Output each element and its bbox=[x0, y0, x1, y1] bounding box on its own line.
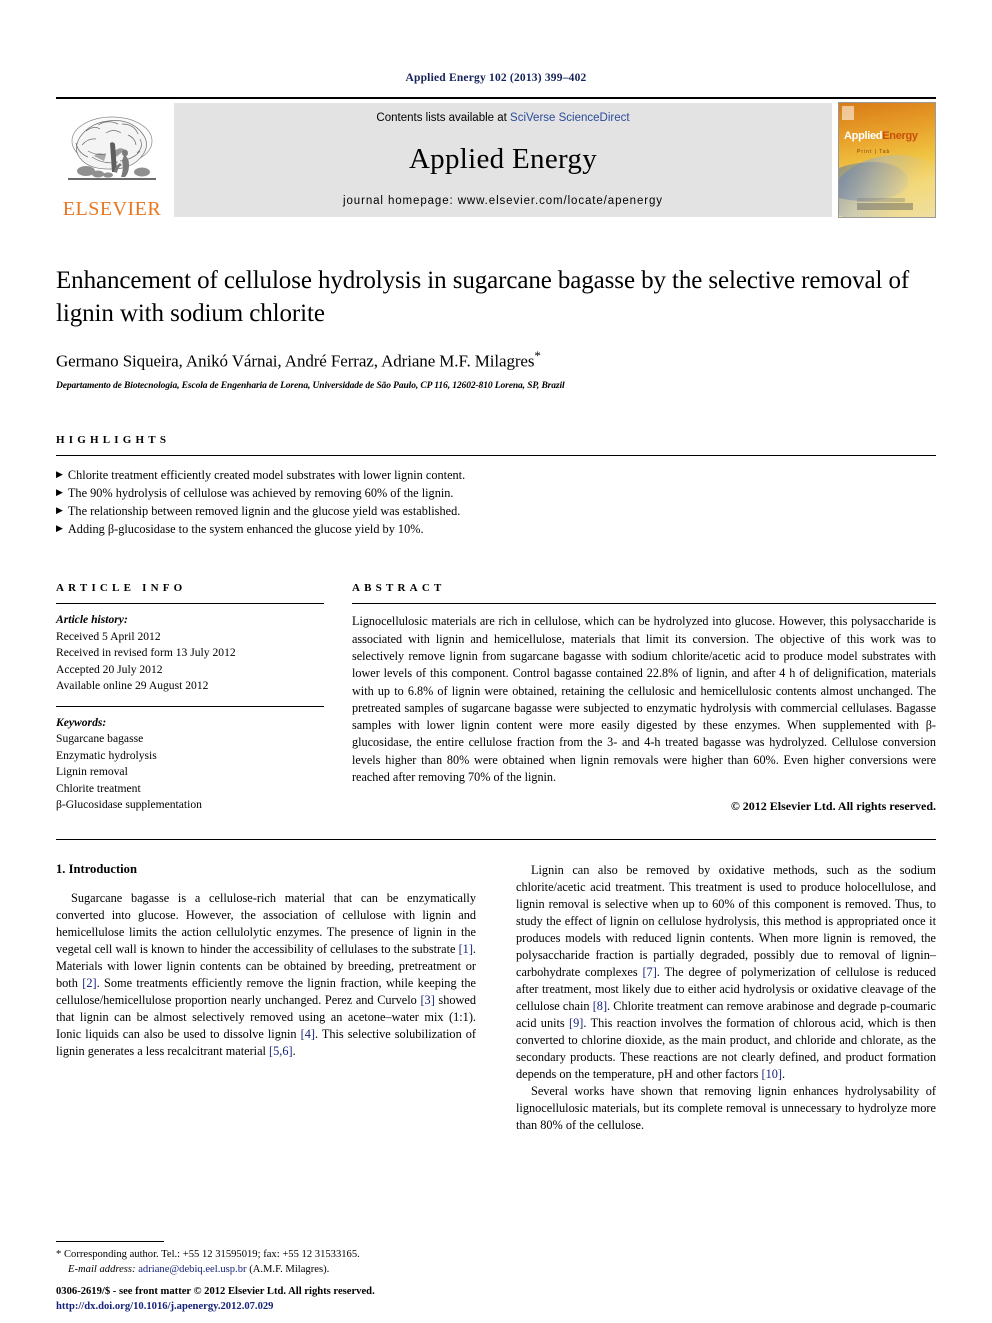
footnote-rule bbox=[56, 1241, 164, 1243]
highlights-list: ▶ Chlorite treatment efficiently created… bbox=[56, 467, 936, 539]
highlight-text: Adding β-glucosidase to the system enhan… bbox=[67, 521, 424, 536]
copyright-line: © 2012 Elsevier Ltd. All rights reserved… bbox=[730, 799, 936, 814]
cover-subtitle: Print | Tab bbox=[857, 148, 891, 155]
doi-link[interactable]: http://dx.doi.org/10.1016/j.apenergy.201… bbox=[56, 1300, 486, 1315]
issn-line: 0306-2619/$ - see front matter © 2012 El… bbox=[56, 1286, 375, 1298]
corresponding-author-footnote: * Corresponding author. Tel.: +55 12 315… bbox=[56, 1248, 456, 1277]
journal-title: Applied Energy bbox=[408, 143, 598, 175]
running-head: Applied Energy 102 (2013) 399–402 bbox=[405, 72, 587, 84]
citation-reference[interactable]: [1] bbox=[459, 942, 473, 956]
cover-title-part-a: Applied bbox=[844, 130, 883, 143]
history-online: Available online 29 August 2012 bbox=[56, 679, 209, 693]
cover-title-part-b: Energy bbox=[882, 130, 918, 143]
footnote-zone: * Corresponding author. Tel.: +55 12 315… bbox=[56, 1241, 456, 1277]
corresponding-author-marker: * bbox=[534, 348, 541, 363]
keyword-item: β-Glucosidase supplementation bbox=[56, 798, 202, 811]
email-link[interactable]: adriane@debiq.eel.usp.br bbox=[138, 1264, 246, 1275]
keywords-group: Keywords: Sugarcane bagasse Enzymatic hy… bbox=[56, 715, 324, 814]
contents-prefix: Contents lists available at bbox=[376, 112, 511, 124]
history-received: Received 5 April 2012 bbox=[56, 629, 161, 643]
triangle-bullet-icon: ▶ bbox=[56, 504, 63, 515]
email-label: E-mail address: bbox=[68, 1263, 136, 1275]
triangle-bullet-icon: ▶ bbox=[56, 468, 63, 479]
keyword-item: Enzymatic hydrolysis bbox=[56, 748, 157, 762]
section-heading-introduction: 1. Introduction bbox=[56, 862, 137, 877]
keywords-label: Keywords: bbox=[56, 715, 107, 729]
article-info-heading: ARTICLE INFO bbox=[56, 582, 187, 595]
cover-footer-bar-upper bbox=[857, 198, 905, 202]
citation-reference[interactable]: [5,6] bbox=[269, 1044, 293, 1058]
journal-article-page: Applied Energy 102 (2013) 399–402 ELSEVI… bbox=[0, 0, 992, 1323]
highlights-divider bbox=[56, 454, 936, 456]
affiliation: Departamento de Biotecnologia, Escola de… bbox=[56, 380, 565, 391]
body-divider bbox=[56, 839, 936, 841]
page-title: Enhancement of cellulose hydrolysis in s… bbox=[56, 267, 910, 327]
cover-footer-bar bbox=[857, 203, 913, 210]
list-item: ▶ The 90% hydrolysis of cellulose was ac… bbox=[56, 485, 936, 503]
article-history-group: Article history: Received 5 April 2012 R… bbox=[56, 612, 324, 694]
sciencedirect-link[interactable]: SciVerse ScienceDirect bbox=[510, 112, 630, 124]
triangle-bullet-icon: ▶ bbox=[56, 522, 63, 533]
citation-reference[interactable]: [4] bbox=[301, 1027, 315, 1041]
email-owner: (A.M.F. Milagres). bbox=[249, 1263, 330, 1275]
list-item: ▶ The relationship between removed ligni… bbox=[56, 503, 936, 521]
elsevier-wordmark: ELSEVIER bbox=[62, 198, 162, 220]
highlight-text: The 90% hydrolysis of cellulose was achi… bbox=[67, 485, 454, 500]
abstract-text: Lignocellulosic materials are rich in ce… bbox=[352, 614, 936, 784]
footnote-marker: * bbox=[56, 1249, 62, 1261]
article-history-label: Article history: bbox=[56, 613, 128, 627]
abstract-divider bbox=[352, 603, 936, 605]
journal-banner: Contents lists available at SciVerse Sci… bbox=[174, 103, 832, 217]
intro-paragraph-right-1: Lignin can also be removed by oxidative … bbox=[516, 863, 936, 1082]
keyword-item: Chlorite treatment bbox=[56, 781, 141, 795]
elsevier-tree-icon bbox=[62, 111, 162, 199]
elsevier-logo: ELSEVIER bbox=[56, 99, 168, 221]
title-block: Enhancement of cellulose hydrolysis in s… bbox=[56, 265, 936, 391]
body-columns: 1. Introduction Sugarcane bagasse is a c… bbox=[56, 862, 936, 1134]
cover-title: AppliedEnergy bbox=[844, 130, 918, 142]
intro-paragraph-left: Sugarcane bagasse is a cellulose-rich ma… bbox=[56, 891, 476, 1059]
highlight-text: Chlorite treatment efficiently created m… bbox=[67, 467, 466, 482]
issn-doi-block: 0306-2619/$ - see front matter © 2012 El… bbox=[56, 1285, 486, 1315]
citation-reference[interactable]: [2] bbox=[82, 976, 96, 990]
author-list: Germano Siqueira, Anikó Várnai, André Fe… bbox=[56, 348, 936, 372]
keywords-divider bbox=[56, 705, 324, 707]
journal-homepage-link[interactable]: journal homepage: www.elsevier.com/locat… bbox=[343, 195, 663, 207]
author-names: Germano Siqueira, Anikó Várnai, André Fe… bbox=[56, 351, 535, 371]
article-info-divider bbox=[56, 603, 324, 605]
body-column-left: 1. Introduction Sugarcane bagasse is a c… bbox=[56, 862, 476, 1134]
history-revised: Received in revised form 13 July 2012 bbox=[56, 646, 236, 660]
journal-masthead: ELSEVIER Contents lists available at Sci… bbox=[56, 97, 936, 221]
contents-lists-line: Contents lists available at SciVerse Sci… bbox=[376, 112, 629, 124]
citation-reference[interactable]: [10] bbox=[762, 1067, 783, 1081]
list-item: ▶ Chlorite treatment efficiently created… bbox=[56, 467, 936, 485]
citation-reference[interactable]: [7] bbox=[642, 965, 656, 979]
keyword-item: Lignin removal bbox=[56, 765, 128, 779]
keyword-item: Sugarcane bagasse bbox=[56, 732, 144, 746]
highlights-heading: HIGHLIGHTS bbox=[56, 433, 171, 446]
article-info-column: ARTICLE INFO Article history: Received 5… bbox=[56, 582, 324, 814]
history-accepted: Accepted 20 July 2012 bbox=[56, 662, 163, 676]
citation-reference[interactable]: [3] bbox=[420, 993, 434, 1007]
journal-cover-thumbnail: AppliedEnergy Print | Tab bbox=[838, 102, 936, 218]
info-abstract-row: ARTICLE INFO Article history: Received 5… bbox=[56, 582, 936, 814]
body-column-right: Lignin can also be removed by oxidative … bbox=[516, 862, 936, 1134]
citation-reference[interactable]: [8] bbox=[593, 999, 607, 1013]
citation-reference[interactable]: [9] bbox=[569, 1016, 583, 1030]
intro-paragraph-right-2: Several works have shown that removing l… bbox=[516, 1084, 936, 1133]
highlights-section: HIGHLIGHTS ▶ Chlorite treatment efficien… bbox=[56, 434, 936, 539]
footnote-contact-text: Corresponding author. Tel.: +55 12 31595… bbox=[63, 1249, 360, 1261]
abstract-heading: ABSTRACT bbox=[352, 582, 446, 595]
cover-publisher-badge-icon bbox=[842, 106, 854, 120]
abstract-column: ABSTRACT Lignocellulosic materials are r… bbox=[352, 582, 936, 814]
triangle-bullet-icon: ▶ bbox=[56, 486, 63, 497]
highlight-text: The relationship between removed lignin … bbox=[67, 503, 461, 518]
list-item: ▶ Adding β-glucosidase to the system enh… bbox=[56, 521, 936, 539]
